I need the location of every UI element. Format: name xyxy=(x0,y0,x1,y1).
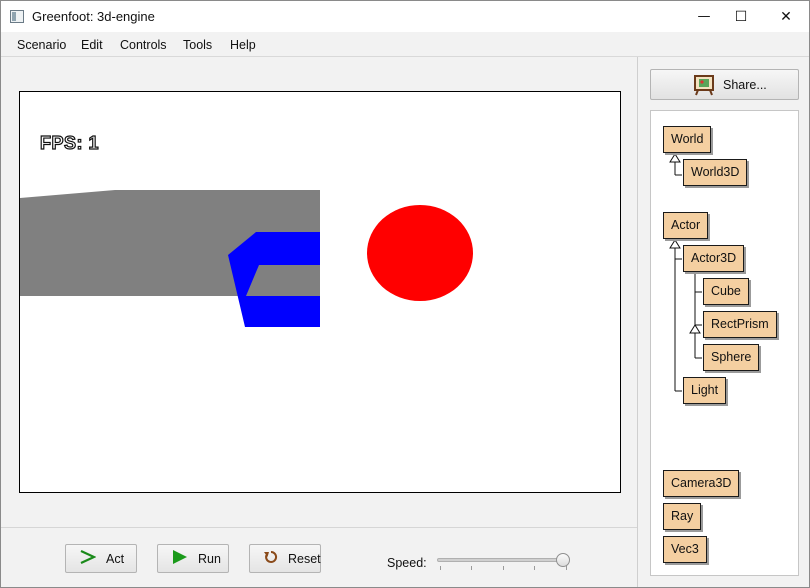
class-light[interactable]: Light xyxy=(683,377,727,404)
greenfoot-window: Greenfoot: 3d-engine — ☐ ✕ Scenario Edit… xyxy=(0,0,810,588)
share-easel-icon xyxy=(693,74,715,96)
menu-controls[interactable]: Controls xyxy=(120,38,167,52)
speed-tick xyxy=(471,566,472,570)
class-world3d[interactable]: World3D xyxy=(683,159,748,186)
act-chevron-icon xyxy=(80,550,97,567)
maximize-button[interactable]: ☐ xyxy=(718,1,764,32)
run-label: Run xyxy=(198,551,221,566)
world-panel: FPS: 1 xyxy=(1,57,637,527)
class-cube[interactable]: Cube xyxy=(703,278,749,305)
fps-counter: FPS: 1 xyxy=(39,132,100,153)
maximize-icon: ☐ xyxy=(734,8,748,25)
window-title: Greenfoot: 3d-engine xyxy=(32,9,155,24)
class-camera3d[interactable]: Camera3D xyxy=(663,470,740,497)
share-label: Share... xyxy=(723,77,767,92)
speed-tick xyxy=(503,566,504,570)
world-scene xyxy=(20,190,473,327)
act-label: Act xyxy=(106,551,125,566)
class-diagram: World World3D Actor Actor3D Cube RectPri… xyxy=(650,110,799,576)
menu-scenario[interactable]: Scenario xyxy=(17,38,66,52)
speed-label: Speed: xyxy=(387,556,427,570)
speed-tick xyxy=(566,566,567,570)
speed-tick xyxy=(534,566,535,570)
class-vec3[interactable]: Vec3 xyxy=(663,536,707,563)
control-bar: Act Run Reset Speed: xyxy=(1,528,637,587)
run-button[interactable]: Run xyxy=(157,544,229,573)
class-actor[interactable]: Actor xyxy=(663,212,709,239)
menu-bar: Scenario Edit Controls Tools Help xyxy=(1,32,809,57)
run-play-icon xyxy=(172,550,188,567)
close-button[interactable]: ✕ xyxy=(763,1,809,32)
menu-help[interactable]: Help xyxy=(230,38,256,52)
class-sphere[interactable]: Sphere xyxy=(703,344,760,371)
speed-slider-thumb[interactable] xyxy=(556,553,570,567)
right-panel: Share... World World3D Actor Actor3D Cub… xyxy=(638,57,809,587)
reset-label: Reset xyxy=(288,551,321,566)
minimize-icon: — xyxy=(697,9,711,24)
speed-slider-track[interactable] xyxy=(437,558,567,562)
act-button[interactable]: Act xyxy=(65,544,137,573)
title-bar: Greenfoot: 3d-engine — ☐ ✕ xyxy=(1,1,809,32)
class-world[interactable]: World xyxy=(663,126,712,153)
menu-edit[interactable]: Edit xyxy=(81,38,103,52)
red-sphere xyxy=(367,205,473,301)
menu-tools[interactable]: Tools xyxy=(183,38,212,52)
class-rectprism[interactable]: RectPrism xyxy=(703,311,777,338)
speed-tick xyxy=(440,566,441,570)
reset-button[interactable]: Reset xyxy=(249,544,321,573)
reset-arrow-icon xyxy=(264,550,278,567)
app-icon xyxy=(10,10,24,23)
world-canvas[interactable]: FPS: 1 xyxy=(19,91,621,493)
share-button[interactable]: Share... xyxy=(650,69,799,100)
close-icon: ✕ xyxy=(780,8,792,25)
class-actor3d[interactable]: Actor3D xyxy=(683,245,745,272)
class-ray[interactable]: Ray xyxy=(663,503,702,530)
